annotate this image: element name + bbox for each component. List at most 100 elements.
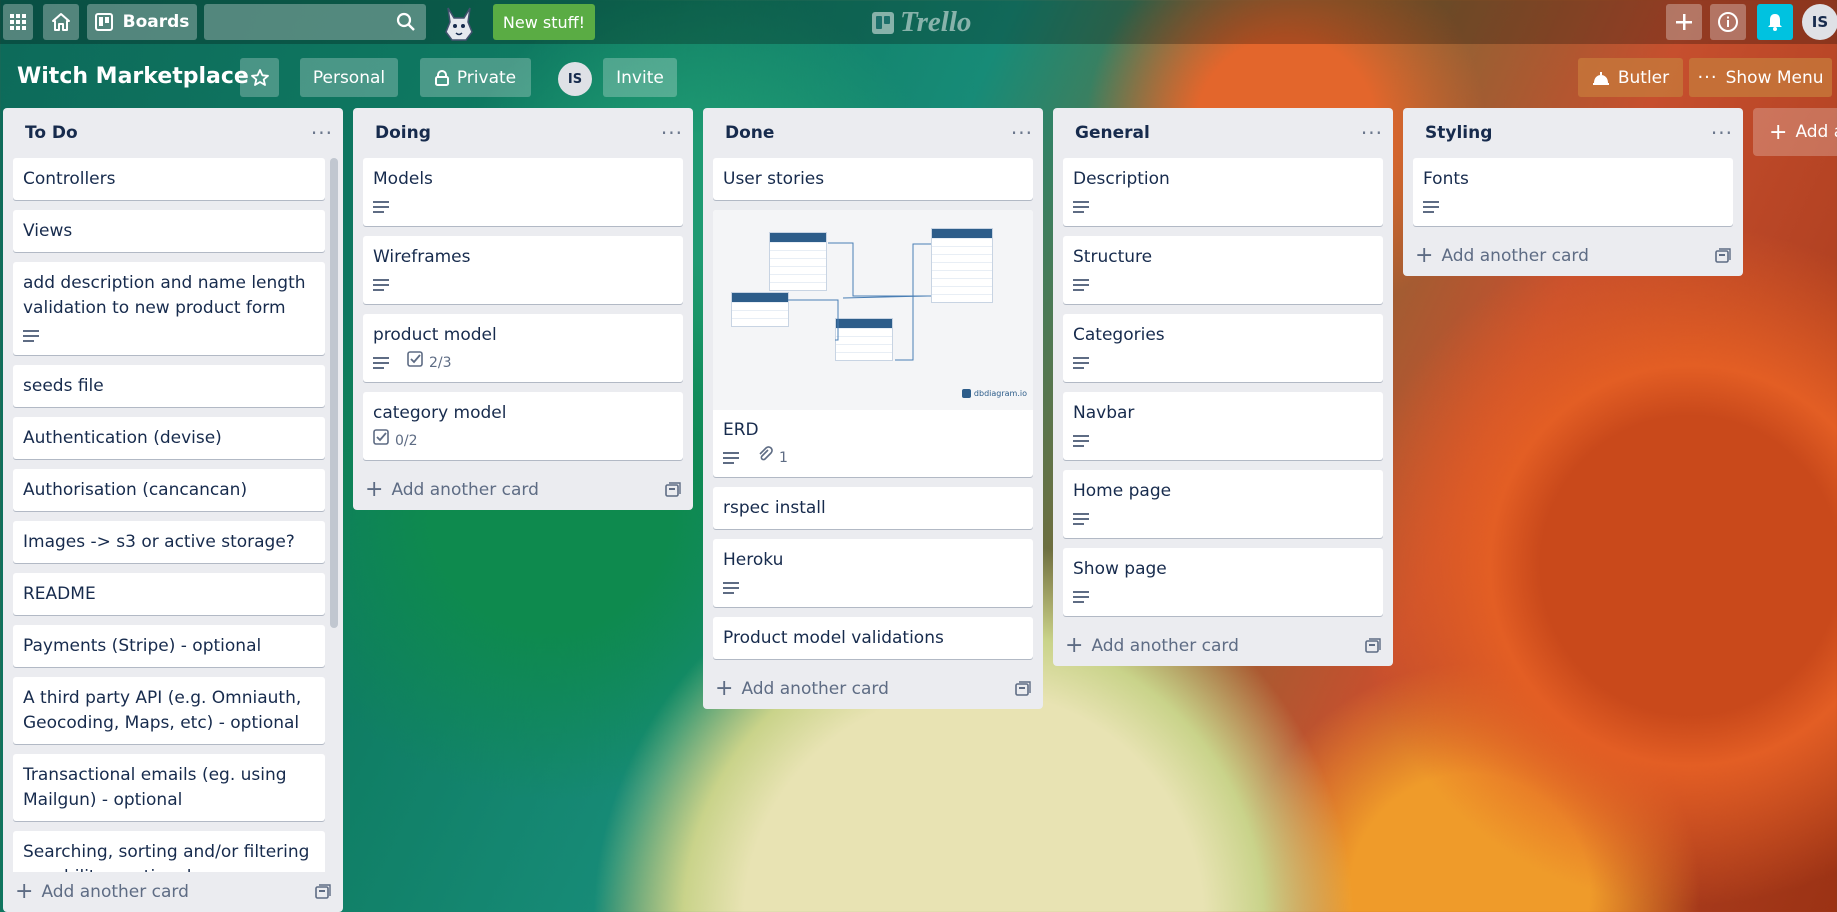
privacy-button[interactable]: Private (420, 58, 531, 97)
list-header: Styling ··· (1403, 108, 1743, 158)
checklist-icon (407, 350, 423, 376)
home-button[interactable] (43, 4, 79, 40)
card-badges (373, 196, 673, 218)
card-template-icon[interactable] (1015, 681, 1031, 697)
add-card-button[interactable]: + Add another card (703, 669, 1043, 709)
card-template-icon[interactable] (1715, 248, 1731, 264)
add-list-button[interactable]: + Add a (1753, 108, 1837, 156)
card[interactable]: Heroku (713, 539, 1033, 607)
card-badges: 2/3 (373, 350, 673, 376)
boards-button[interactable]: Boards (87, 4, 197, 40)
list-title[interactable]: Done (725, 123, 774, 143)
add-card-button[interactable]: + Add another card (1053, 626, 1393, 666)
list-to-do: To Do ··· Controllers Views add description … (3, 108, 343, 912)
card[interactable]: Navbar (1063, 392, 1383, 460)
card[interactable]: Payments (Stripe) - optional (13, 625, 325, 667)
list-title[interactable]: General (1075, 123, 1150, 143)
board-title[interactable]: Witch Marketplace (17, 64, 249, 89)
apps-button[interactable] (3, 4, 33, 40)
add-card-button[interactable]: + Add another card (353, 470, 693, 510)
card[interactable]: rspec install (713, 487, 1033, 529)
user-avatar[interactable]: IS (1802, 4, 1837, 40)
butler-button[interactable]: Butler (1578, 58, 1683, 97)
card-template-icon[interactable] (665, 482, 681, 498)
card[interactable]: Show page (1063, 548, 1383, 616)
star-board-button[interactable] (240, 58, 279, 97)
card-badges (1073, 274, 1373, 296)
card[interactable]: Images -> s3 or active storage? (13, 521, 325, 563)
list-title[interactable]: To Do (25, 123, 78, 143)
list-menu-icon[interactable]: ··· (661, 121, 683, 145)
card[interactable]: Home page (1063, 470, 1383, 538)
apps-grid-icon (10, 14, 26, 30)
card-badges (373, 274, 673, 296)
card-badges (1073, 352, 1373, 374)
add-card-button[interactable]: + Add another card (1403, 236, 1743, 276)
card[interactable]: Authorisation (cancancan) (13, 469, 325, 511)
card[interactable]: Description (1063, 158, 1383, 226)
card[interactable]: Product model validations (713, 617, 1033, 659)
card[interactable]: Structure (1063, 236, 1383, 304)
card[interactable]: Controllers (13, 158, 325, 200)
card[interactable]: Searching, sorting and/or filtering capa… (13, 831, 325, 872)
checklist-badge: 0/2 (373, 428, 418, 454)
list-menu-icon[interactable]: ··· (1361, 121, 1383, 145)
card[interactable]: product model 2/3 (363, 314, 683, 382)
card-template-icon[interactable] (1365, 638, 1381, 654)
card-title: Show page (1073, 559, 1167, 579)
card[interactable]: category model 0/2 (363, 392, 683, 460)
card[interactable]: User stories (713, 158, 1033, 200)
description-icon (1073, 356, 1089, 370)
show-menu-button[interactable]: ··· Show Menu (1689, 58, 1832, 97)
card[interactable]: Categories (1063, 314, 1383, 382)
card[interactable]: add description and name length validati… (13, 262, 325, 355)
add-card-label: Add another card (41, 882, 189, 902)
list-menu-icon[interactable]: ··· (1011, 121, 1033, 145)
card-title: Authentication (devise) (23, 428, 222, 448)
card-badges (1073, 430, 1373, 452)
privacy-label: Private (456, 67, 517, 88)
new-stuff-button[interactable]: New stuff! (493, 4, 595, 40)
list-menu-icon[interactable]: ··· (311, 121, 333, 145)
description-icon (373, 356, 389, 370)
card[interactable]: A third party API (e.g. Omniauth, Geocod… (13, 677, 325, 744)
taco-mascot-icon[interactable] (438, 2, 480, 44)
card-badges (723, 577, 1023, 599)
card[interactable]: Models (363, 158, 683, 226)
info-button[interactable] (1710, 4, 1746, 40)
card-title: A third party API (e.g. Omniauth, Geocod… (23, 688, 302, 733)
card-title: Home page (1073, 481, 1172, 501)
notifications-button[interactable] (1757, 4, 1793, 40)
card[interactable]: Wireframes (363, 236, 683, 304)
card[interactable]: Authentication (devise) (13, 417, 325, 459)
team-visibility-button[interactable]: Personal (300, 58, 398, 97)
create-button[interactable] (1666, 4, 1702, 40)
more-dots-icon: ··· (1697, 67, 1718, 88)
list-title[interactable]: Doing (375, 123, 431, 143)
description-icon (1073, 590, 1089, 604)
card[interactable]: seeds file (13, 365, 325, 407)
board-icon (94, 13, 113, 31)
invite-button[interactable]: Invite (603, 58, 677, 97)
list-styling: Styling ··· Fonts + Add another card (1403, 108, 1743, 276)
list-menu-icon[interactable]: ··· (1711, 121, 1733, 145)
list-scrollbar[interactable] (330, 158, 338, 628)
card[interactable]: dbdiagram.io ERD 1 (713, 210, 1033, 477)
list-general: General ··· Description Structure Categories… (1053, 108, 1393, 666)
card-title: Heroku (723, 550, 784, 570)
search-input[interactable] (204, 4, 426, 40)
card-title: Product model validations (723, 628, 944, 648)
list-title[interactable]: Styling (1425, 123, 1492, 143)
description-icon (723, 581, 739, 595)
card-title: Images -> s3 or active storage? (23, 532, 295, 552)
card[interactable]: README (13, 573, 325, 615)
card[interactable]: Transactional emails (eg. using Mailgun)… (13, 754, 325, 821)
trello-logo[interactable]: Trello (872, 6, 971, 39)
add-card-label: Add another card (1091, 636, 1239, 656)
member-avatar[interactable]: IS (558, 62, 592, 96)
card-template-icon[interactable] (315, 884, 331, 900)
card[interactable]: Fonts (1413, 158, 1733, 226)
card[interactable]: Views (13, 210, 325, 252)
add-card-button[interactable]: + Add another card (3, 872, 343, 912)
plus-icon: + (715, 676, 734, 701)
